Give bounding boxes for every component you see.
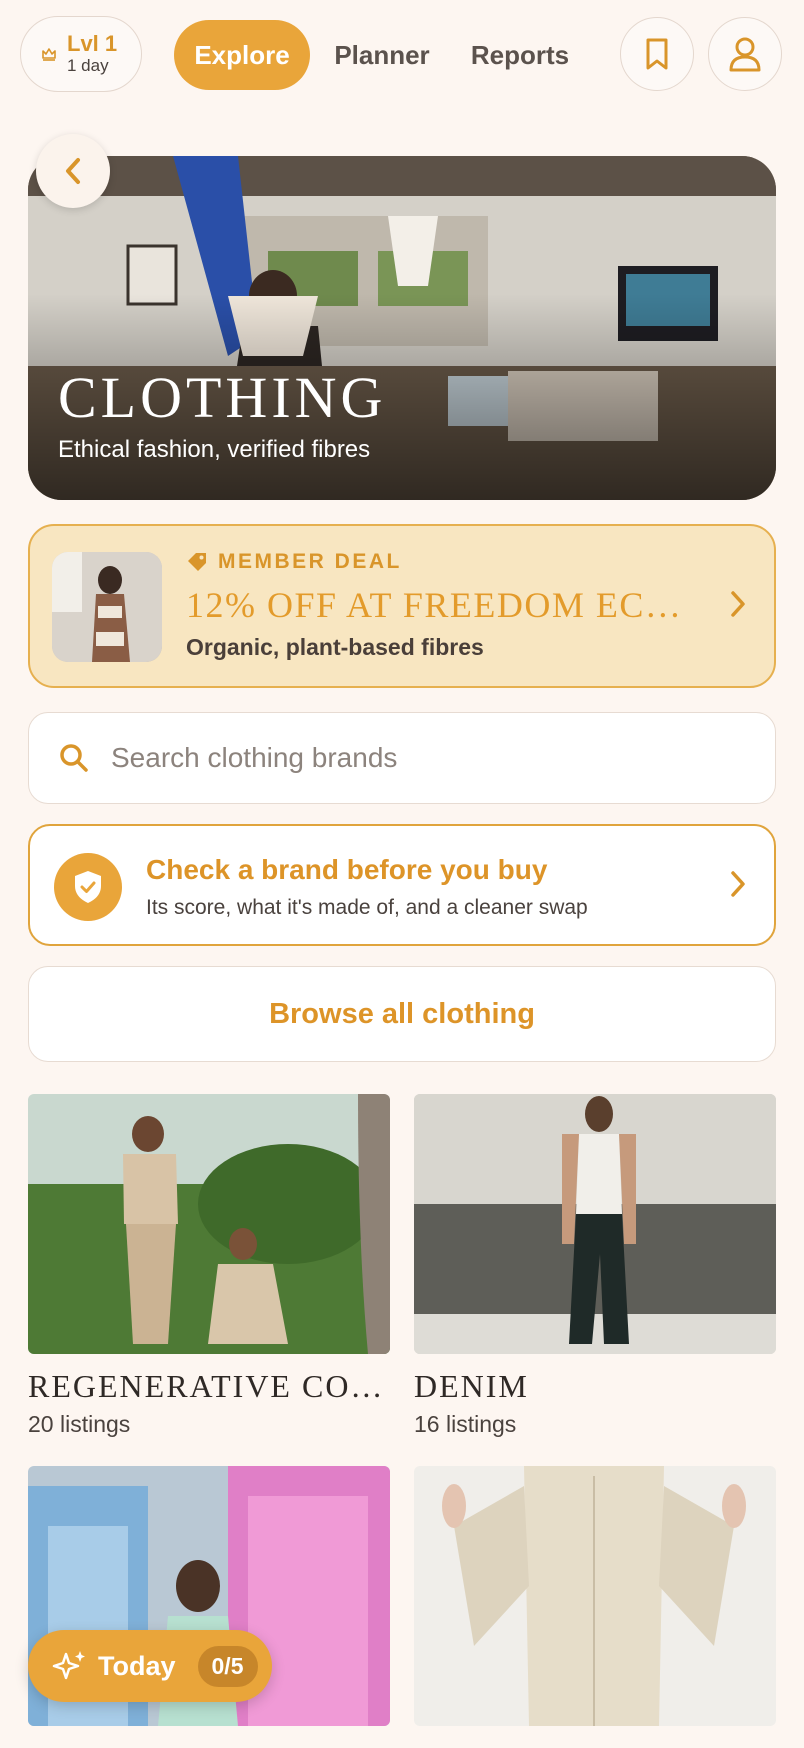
category-image xyxy=(414,1466,776,1726)
chevron-right-icon xyxy=(731,591,745,617)
deal-tag-row: MEMBER DEAL xyxy=(186,550,402,574)
level-badge[interactable]: Lvl 1 1 day xyxy=(20,16,142,92)
category-card[interactable]: HANDLOOM xyxy=(28,1466,390,1748)
category-name: REGENERATIVE COTTON xyxy=(28,1368,390,1404)
today-progress: 0/5 xyxy=(197,1645,258,1687)
deal-tag-label: MEMBER DEAL xyxy=(218,550,402,573)
category-name: HANDLOOM xyxy=(28,1740,390,1748)
deal-thumbnail xyxy=(52,552,162,662)
tab-planner[interactable]: Planner xyxy=(322,20,442,90)
profile-button[interactable] xyxy=(708,17,782,91)
profile-icon xyxy=(729,37,761,72)
chevron-left-icon xyxy=(66,158,80,184)
category-count: 16 listings xyxy=(414,1411,517,1437)
crown-icon xyxy=(42,48,56,61)
category-name: DENIM xyxy=(414,1368,529,1404)
tag-icon xyxy=(188,553,206,571)
member-deal-card[interactable]: MEMBER DEAL 12% OFF AT FREEDOM ECOWEAR O… xyxy=(28,524,776,688)
shield-badge xyxy=(54,853,122,921)
check-brand-title: Check a brand before you buy xyxy=(146,854,548,885)
bookmark-button[interactable] xyxy=(620,17,694,91)
back-button[interactable] xyxy=(36,134,110,208)
deal-title: 12% OFF AT FREEDOM ECOWEAR xyxy=(186,585,706,625)
chevron-right-icon xyxy=(731,871,745,897)
level-label: Lvl 1 xyxy=(67,31,118,56)
search-box[interactable] xyxy=(28,712,776,804)
deal-subtitle: Organic, plant-based fibres xyxy=(186,634,484,660)
bookmark-icon xyxy=(646,38,668,70)
category-name: BIODEGRADABLE CLOTHING xyxy=(414,1740,776,1748)
category-card[interactable]: REGENERATIVE COTTON 20 listings xyxy=(28,1094,390,1438)
top-bar: Lvl 1 1 day Explore Planner Reports xyxy=(0,0,804,110)
category-image xyxy=(28,1094,390,1354)
streak-label: 1 day xyxy=(67,56,109,75)
hero-subtitle: Ethical fashion, verified fibres xyxy=(58,436,371,463)
category-card[interactable]: BIODEGRADABLE CLOTHING xyxy=(414,1466,776,1748)
browse-all-button[interactable]: Browse all clothing xyxy=(28,966,776,1062)
today-label: Today xyxy=(98,1650,176,1681)
shield-check-icon xyxy=(75,871,101,903)
search-icon xyxy=(60,744,88,772)
today-tasks-button[interactable]: Today 0/5 xyxy=(28,1630,272,1702)
check-brand-card[interactable]: Check a brand before you buy Its score, … xyxy=(28,824,776,946)
tab-explore[interactable]: Explore xyxy=(174,20,310,90)
hero-banner: CLOTHING Ethical fashion, verified fibre… xyxy=(28,156,776,500)
check-brand-subtitle: Its score, what it's made of, and a clea… xyxy=(146,896,588,919)
category-count: 20 listings xyxy=(28,1411,131,1437)
category-image xyxy=(414,1094,776,1354)
category-card[interactable]: DENIM 16 listings xyxy=(414,1094,776,1438)
search-input[interactable] xyxy=(111,742,711,774)
tab-reports[interactable]: Reports xyxy=(458,20,582,90)
hero-title: CLOTHING xyxy=(58,365,387,430)
sparkle-icon xyxy=(52,1651,85,1680)
